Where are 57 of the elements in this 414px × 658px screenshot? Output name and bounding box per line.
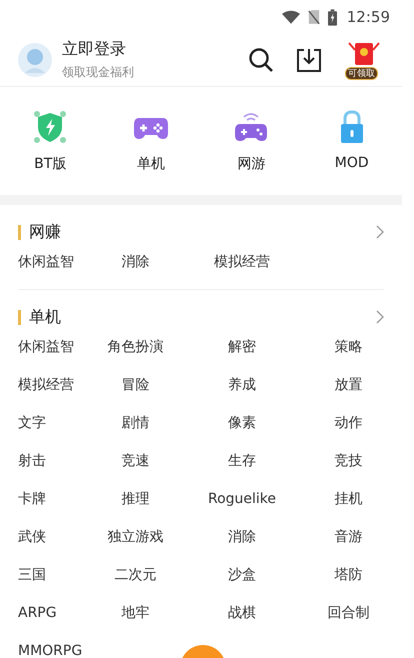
no-sim-icon bbox=[308, 9, 320, 25]
tag-link[interactable]: 音游 bbox=[295, 526, 402, 564]
reward-button[interactable]: 可领取 bbox=[344, 40, 384, 80]
tag-link[interactable]: 剧情 bbox=[82, 412, 189, 450]
tag-link[interactable]: 解密 bbox=[188, 336, 296, 374]
tag-link[interactable]: 竞技 bbox=[295, 450, 402, 488]
category-button[interactable]: 网游 bbox=[201, 109, 302, 173]
tag-link[interactable]: 生存 bbox=[188, 450, 296, 488]
section-title: 网赚 bbox=[29, 222, 61, 242]
status-time: 12:59 bbox=[346, 8, 390, 26]
tag-link[interactable]: 消除 bbox=[188, 526, 296, 564]
search-button[interactable] bbox=[248, 47, 274, 73]
tag-link[interactable]: 消除 bbox=[82, 251, 189, 289]
section-title: 单机 bbox=[29, 306, 61, 328]
tag-link[interactable]: Roguelike bbox=[188, 488, 296, 526]
login-subtitle: 领取现金福利 bbox=[62, 64, 134, 81]
tag-link[interactable]: 回合制 bbox=[295, 602, 402, 640]
tag-link[interactable]: 射击 bbox=[18, 450, 82, 488]
tag-link[interactable]: 模拟经营 bbox=[188, 251, 296, 289]
avatar-icon bbox=[18, 43, 52, 77]
tag-link[interactable]: 独立游戏 bbox=[82, 526, 189, 564]
tag-link[interactable]: 冒险 bbox=[82, 374, 189, 412]
tag-link[interactable]: 挂机 bbox=[295, 488, 402, 526]
tag-link[interactable]: 养成 bbox=[188, 374, 296, 412]
tag-link[interactable]: 文字 bbox=[18, 412, 82, 450]
category-button[interactable]: BT版 bbox=[0, 109, 100, 173]
tag-link[interactable]: 战棋 bbox=[188, 602, 296, 640]
tag-link[interactable]: 休闲益智 bbox=[18, 336, 82, 374]
tag-link[interactable]: 模拟经营 bbox=[18, 374, 82, 412]
login-link[interactable]: 立即登录 bbox=[62, 39, 134, 60]
tag-link[interactable]: 角色扮演 bbox=[82, 336, 189, 374]
more-button[interactable] bbox=[376, 225, 384, 239]
more-button[interactable] bbox=[376, 310, 384, 324]
download-button[interactable] bbox=[296, 47, 322, 73]
category-button[interactable]: MOD bbox=[302, 109, 402, 173]
tag-link[interactable]: 沙盒 bbox=[188, 564, 296, 602]
tag-link[interactable]: 推理 bbox=[82, 488, 189, 526]
tag-link[interactable]: 地牢 bbox=[82, 602, 189, 640]
shield-icon bbox=[32, 109, 68, 145]
tag-link[interactable]: 策略 bbox=[295, 336, 402, 374]
accent-bar bbox=[18, 224, 21, 240]
tag-link[interactable]: 塔防 bbox=[295, 564, 402, 602]
tag-link[interactable]: ARPG bbox=[18, 602, 82, 640]
tag-link[interactable]: 卡牌 bbox=[18, 488, 82, 526]
tag-link[interactable]: 像素 bbox=[188, 412, 296, 450]
tag-link[interactable]: 二次元 bbox=[82, 564, 189, 602]
accent-bar bbox=[18, 310, 21, 324]
tag-link[interactable]: 竞速 bbox=[82, 450, 189, 488]
tag-link[interactable]: MMORPG bbox=[18, 640, 82, 658]
wifi-icon bbox=[282, 10, 300, 24]
tag-link[interactable]: 武侠 bbox=[18, 526, 82, 564]
tag-link[interactable]: 放置 bbox=[295, 374, 402, 412]
tag-link[interactable]: 休闲益智 bbox=[18, 251, 82, 289]
battery-icon bbox=[328, 8, 337, 26]
category-button[interactable]: 单机 bbox=[100, 109, 201, 173]
tag-link[interactable]: 三国 bbox=[18, 564, 82, 602]
tag-link[interactable]: 动作 bbox=[295, 412, 402, 450]
